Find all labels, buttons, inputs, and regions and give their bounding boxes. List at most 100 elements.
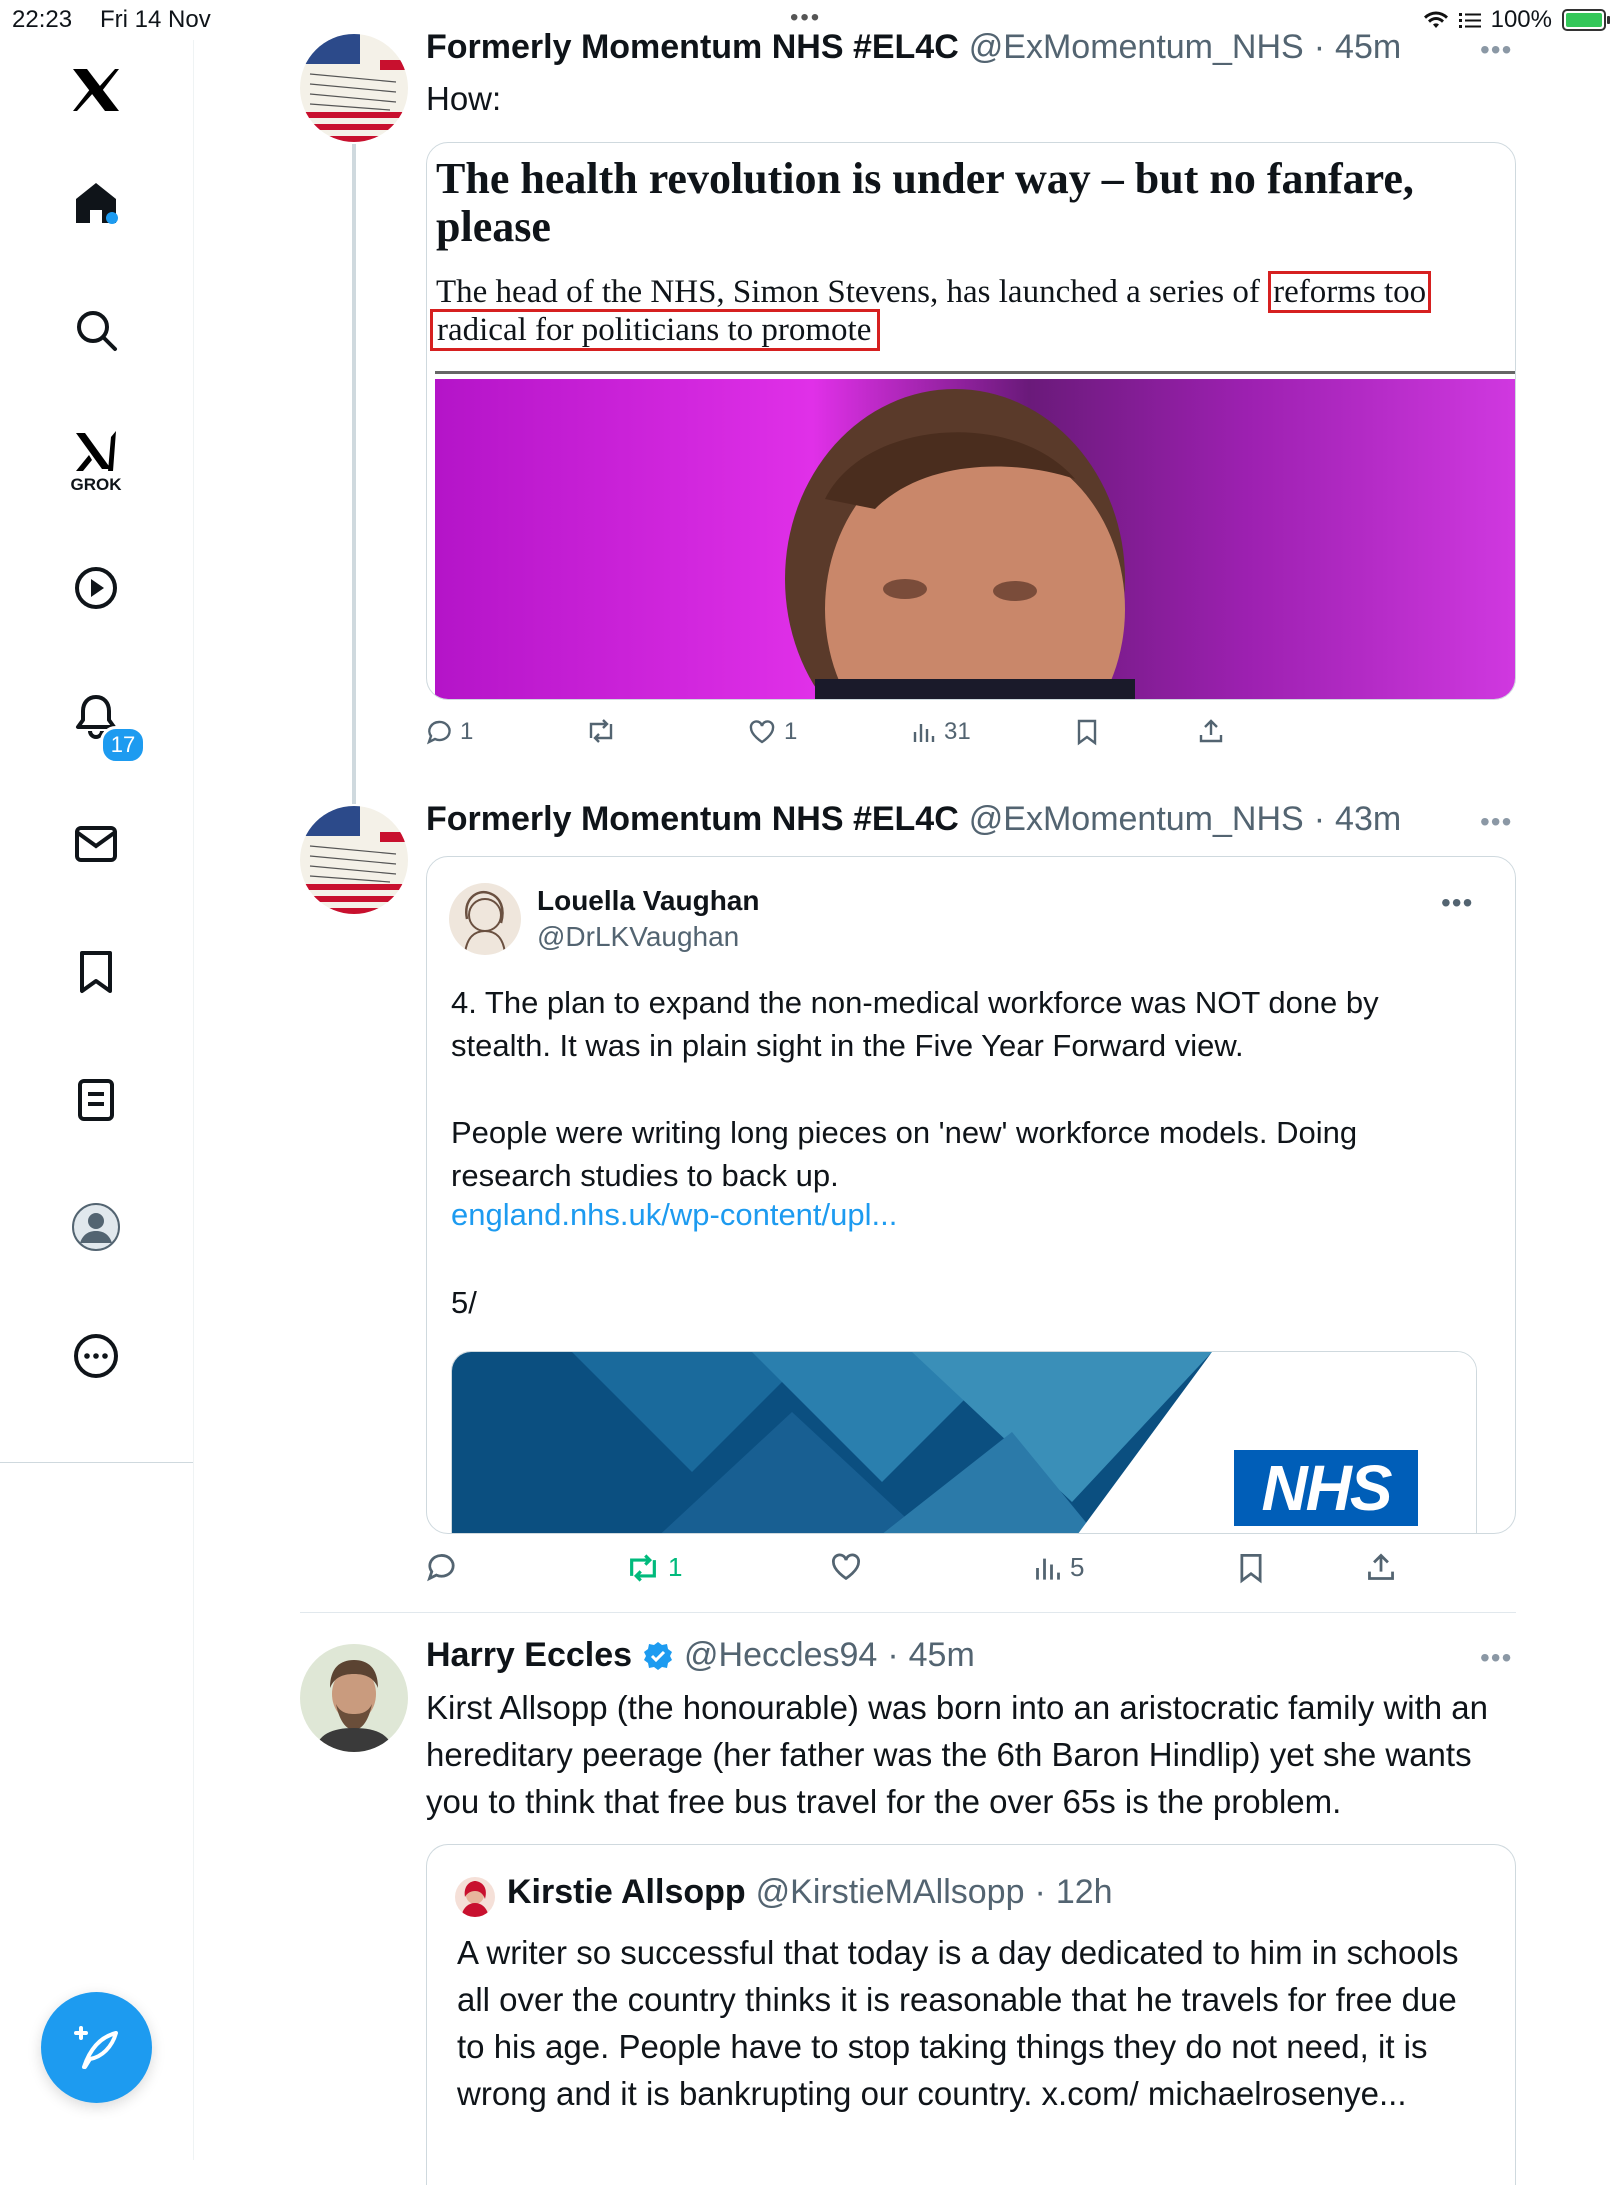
quoted-author-name[interactable]: Louella Vaughan xyxy=(537,885,759,917)
sidebar-item-profile[interactable] xyxy=(56,1187,136,1267)
status-indicators: 100% xyxy=(1423,6,1610,34)
reply-icon xyxy=(427,1554,455,1582)
article-card[interactable]: The health revolution is under way – but… xyxy=(426,142,1516,700)
author-handle[interactable]: @Heccles94 xyxy=(684,1636,877,1675)
link-preview-image[interactable]: NHS xyxy=(451,1351,1477,1533)
reply-button[interactable] xyxy=(426,1552,456,1582)
list-icon xyxy=(1458,13,1481,28)
quoted-time[interactable]: 12h xyxy=(1056,1873,1113,1912)
grok-icon xyxy=(76,431,116,471)
quoted-tweet-card[interactable]: Kirstie Allsopp @KirstieMAllsopp · 12h A… xyxy=(426,1844,1516,2185)
play-icon xyxy=(75,567,117,609)
sidebar-item-explore[interactable] xyxy=(56,290,136,370)
more-circle-icon xyxy=(74,1334,118,1378)
bookmark-button[interactable] xyxy=(1076,718,1098,746)
x-logo-icon[interactable] xyxy=(56,50,136,130)
views-count: 31 xyxy=(944,718,971,745)
reply-button[interactable]: 1 xyxy=(426,718,473,746)
sidebar-item-bookmarks[interactable] xyxy=(56,932,136,1012)
quoted-author-handle[interactable]: @KirstieMAllsopp xyxy=(756,1873,1025,1912)
repost-icon xyxy=(630,1553,656,1582)
tweet-time[interactable]: 45m xyxy=(1335,28,1401,67)
thread-counter: 5/ xyxy=(451,1285,477,1320)
views-button[interactable]: 31 xyxy=(912,718,971,746)
more-options-icon[interactable]: ••• xyxy=(1480,34,1512,66)
tweet-header: Formerly Momentum NHS #EL4C @ExMomentum_… xyxy=(426,800,1401,839)
dot-separator: · xyxy=(1313,800,1326,838)
author-name[interactable]: Formerly Momentum NHS #EL4C xyxy=(426,800,959,839)
quoted-author-handle[interactable]: @DrLKVaughan xyxy=(537,921,739,953)
like-button[interactable] xyxy=(830,1552,862,1582)
quoted-avatar[interactable] xyxy=(455,1877,495,1917)
tweet-time[interactable]: 45m xyxy=(909,1636,975,1675)
search-icon xyxy=(77,311,117,351)
quoted-header: Kirstie Allsopp @KirstieMAllsopp · 12h xyxy=(507,1873,1113,1912)
sidebar: GROK 17 xyxy=(0,40,194,2160)
quoted-author-name[interactable]: Kirstie Allsopp xyxy=(507,1873,746,1912)
like-button[interactable]: 1 xyxy=(748,718,797,746)
author-name[interactable]: Formerly Momentum NHS #EL4C xyxy=(426,28,959,67)
highlight-box: radical for politicians to promote xyxy=(430,309,881,351)
tweet-text: How: xyxy=(426,80,502,117)
repost-icon xyxy=(589,719,613,743)
list-document-icon xyxy=(78,1079,114,1121)
repost-button[interactable]: 1 xyxy=(626,1552,682,1583)
sidebar-item-lists[interactable] xyxy=(56,1060,136,1140)
bookmark-icon xyxy=(80,951,112,993)
quoted-link[interactable]: england.nhs.uk/wp-content/upl... xyxy=(451,1197,897,1233)
quoted-text: A writer so successful that today is a d… xyxy=(457,1934,1459,2112)
views-icon xyxy=(913,724,935,742)
compose-button[interactable] xyxy=(41,1992,152,2103)
sidebar-item-more[interactable] xyxy=(56,1316,136,1396)
battery-icon xyxy=(1562,9,1610,31)
share-button[interactable] xyxy=(1366,1552,1396,1582)
tweet-time[interactable]: 43m xyxy=(1335,800,1401,839)
avatar[interactable] xyxy=(300,1644,408,1752)
more-options-icon[interactable]: ••• xyxy=(1480,806,1512,838)
quoted-avatar[interactable] xyxy=(449,883,521,955)
wifi-icon xyxy=(1423,11,1448,28)
share-icon xyxy=(1368,1553,1394,1580)
tweet-text: Kirst Allsopp (the honourable) was born … xyxy=(426,1689,1489,1820)
tweet-actions: 1 5 xyxy=(426,1552,1516,1592)
tweet-actions: 1 1 31 xyxy=(426,718,1516,754)
views-icon xyxy=(1036,1558,1060,1580)
new-posts-dot xyxy=(106,212,118,224)
views-button[interactable]: 5 xyxy=(1034,1552,1084,1583)
battery-percent: 100% xyxy=(1490,6,1552,33)
quoted-tweet-card[interactable]: Louella Vaughan @DrLKVaughan ••• 4. The … xyxy=(426,856,1516,1534)
article-standfirst: The head of the NHS, Simon Stevens, has … xyxy=(430,271,1506,351)
mail-icon xyxy=(75,826,117,862)
quoted-more-options-icon[interactable]: ••• xyxy=(1441,887,1473,919)
thread-line xyxy=(352,144,356,804)
compose-feather-icon xyxy=(73,2025,118,2069)
reply-icon xyxy=(426,720,451,745)
heart-icon xyxy=(832,1553,860,1581)
sidebar-item-home[interactable] xyxy=(56,163,136,243)
repost-button[interactable] xyxy=(586,718,616,744)
author-handle[interactable]: @ExMomentum_NHS xyxy=(969,28,1304,67)
author-handle[interactable]: @ExMomentum_NHS xyxy=(969,800,1304,839)
sidebar-item-grok[interactable]: GROK xyxy=(56,422,136,502)
article-rule xyxy=(435,371,1515,374)
quoted-paragraph: 4. The plan to expand the non-medical wo… xyxy=(451,985,1379,1063)
more-options-icon[interactable]: ••• xyxy=(1480,1642,1512,1674)
bookmark-button[interactable] xyxy=(1238,1552,1264,1584)
like-count: 1 xyxy=(784,718,798,745)
share-button[interactable] xyxy=(1198,718,1224,744)
author-name[interactable]: Harry Eccles xyxy=(426,1636,632,1675)
notification-badge: 17 xyxy=(100,726,146,764)
tweet-header: Harry Eccles @Heccles94 · 45m xyxy=(426,1636,975,1675)
dot-separator: · xyxy=(1034,1873,1046,1911)
avatar[interactable] xyxy=(300,34,408,142)
highlight-box: reforms too xyxy=(1268,271,1432,313)
heart-icon xyxy=(749,720,775,744)
bookmark-icon xyxy=(1077,719,1097,746)
avatar[interactable] xyxy=(300,806,408,914)
sidebar-item-messages[interactable] xyxy=(56,804,136,884)
nhs-logo: NHS xyxy=(1234,1450,1418,1526)
standfirst-text: The head of the NHS, Simon Stevens, has … xyxy=(436,274,1269,310)
dot-separator: · xyxy=(887,1636,899,1674)
sidebar-item-video[interactable] xyxy=(56,548,136,628)
views-count: 5 xyxy=(1070,1552,1085,1582)
